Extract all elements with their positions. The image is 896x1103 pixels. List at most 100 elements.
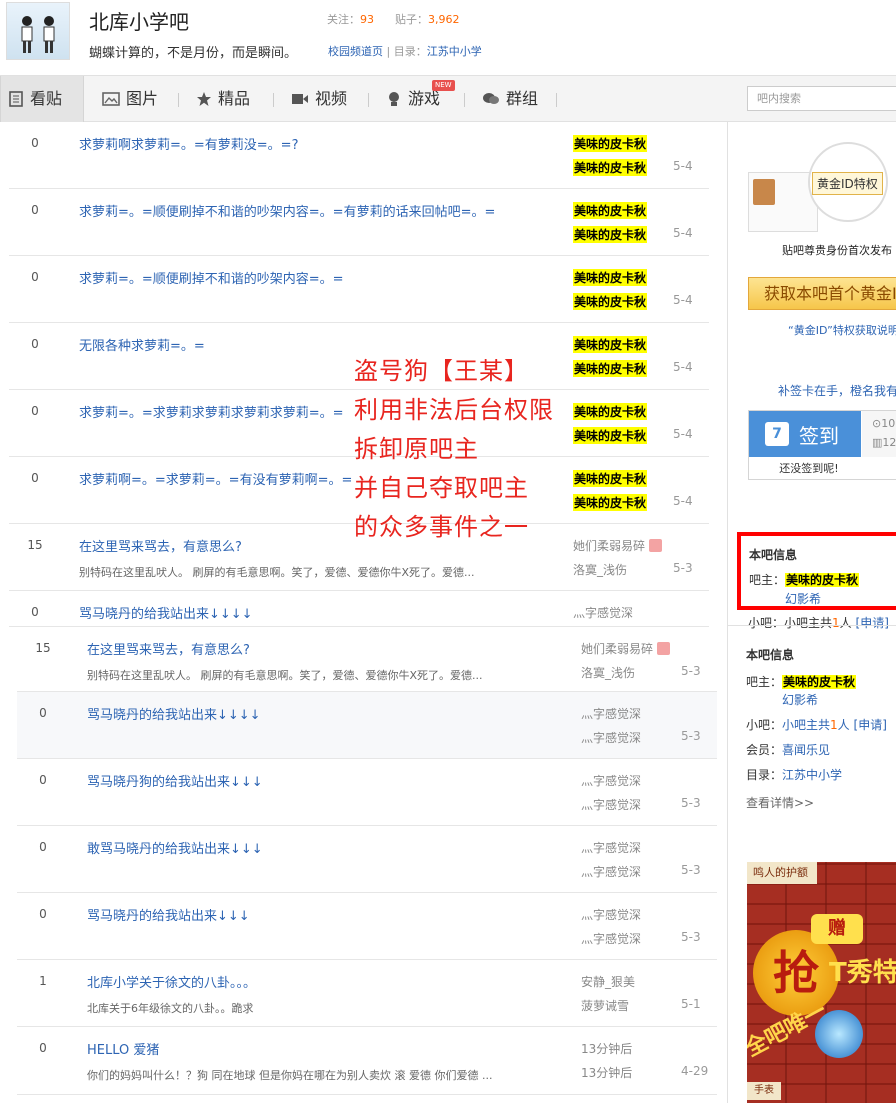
thread-title[interactable]: 骂马晓丹的给我站出来↓↓↓↓ [79,603,253,622]
reply-count: 0 [31,203,39,217]
last-reply-author[interactable]: 灬字感觉深 [581,863,641,880]
thread-title[interactable]: 骂马晓丹狗的给我站出来↓↓↓ [87,771,263,790]
last-reply-date: 5-4 [673,293,693,307]
last-reply-author[interactable]: 灬字感觉深 [581,729,641,746]
last-reply-author[interactable]: 美味的皮卡秋 [573,427,648,444]
thread-title[interactable]: 求萝莉啊求萝莉=。=有萝莉没=。=? [79,134,298,153]
last-reply-author[interactable]: 灬字感觉深 [581,930,641,947]
thread-title[interactable]: 求萝莉=。=顺便刷掉不和谐的吵架内容=。= [79,268,344,287]
author-link[interactable]: 美味的皮卡秋 [573,403,648,420]
author-link[interactable]: 灬字感觉深 [581,839,641,856]
thread-row[interactable]: 1 北库小学关于徐文的八卦。。。 北库关于6年级徐文的八卦。。跪求 安静_狠美 菠萝诫雪… [17,960,717,1027]
promo-ad[interactable]: 鸣人的护额 抢 赠 T秀特 全吧唯一 手表 [747,862,896,1103]
tab-posts[interactable]: 看贴 [0,76,84,122]
thread-title[interactable]: 北库小学关于徐文的八卦。。。 [87,972,256,991]
last-reply-author[interactable]: 美味的皮卡秋 [573,293,648,310]
last-reply-date: 4-29 [681,1064,709,1078]
bar-search-input[interactable]: 吧内搜索 [747,86,896,111]
tab-featured[interactable]: 精品 [196,76,250,122]
more-details-link[interactable]: 查看详情>> [746,794,814,811]
thread-row[interactable]: 0 骂马晓丹狗的给我站出来↓↓↓ 灬字感觉深 灬字感觉深 5-3 [17,759,717,826]
last-reply-date: 5-3 [681,729,701,743]
gold-desc: 贴吧尊贵身份首次发布 [782,244,892,257]
bar-info-title: 本吧信息 [746,648,795,662]
thread-title[interactable]: 骂马晓丹的给我站出来↓↓↓ [87,905,250,924]
bar-info-highlighted: 本吧信息 吧主：美味的皮卡秋 幻影希 [737,532,896,610]
star-icon [197,92,211,106]
last-reply-author[interactable]: 美味的皮卡秋 [573,360,648,377]
bar-avatar[interactable] [6,2,70,60]
reply-count: 0 [39,840,47,854]
thread-title[interactable]: 敢骂马晓丹的给我站出来↓↓↓ [87,838,263,857]
last-reply-date: 5-4 [673,360,693,374]
gold-note-link[interactable]: “黄金ID”特权获取说明 [788,322,896,338]
posts-count: 3,962 [427,13,460,26]
author-link[interactable]: 美味的皮卡秋 [573,470,648,487]
tab-images[interactable]: 图片 [102,76,158,122]
sign-tip[interactable]: 补签卡在手，橙名我有 [778,382,896,399]
last-reply-author[interactable]: 洛寞_浅伤 [573,561,627,578]
thread-title[interactable]: 无限各种求萝莉=。= [79,335,205,354]
gold-id-tag: 黄金ID特权 [812,172,883,195]
thread-row[interactable]: 15 在这里骂来骂去，有意思么? 别特码在这里乱吠人。 刷屏的有毛意思啊。笑了，爱德… [17,627,717,692]
last-reply-author[interactable]: 美味的皮卡秋 [573,494,648,511]
thread-title[interactable]: 在这里骂来骂去，有意思么? [79,536,242,555]
author-link[interactable]: 13分钟后 [581,1040,632,1057]
tab-groups[interactable]: 群组 [482,76,538,122]
thread-row[interactable]: 0 骂马晓丹的给我站出来↓↓↓ 灬字感觉深 灬字感觉深 5-3 [17,893,717,960]
thread-row[interactable]: 0 敢骂马晓丹的给我站出来↓↓↓ 灬字感觉深 灬字感觉深 5-3 [17,826,717,893]
author-link[interactable]: 美味的皮卡秋 [573,135,648,152]
get-gold-id-button[interactable]: 获取本吧首个黄金ID [748,277,896,310]
bar-slogan: 蝴蝶计算的，不是月份，而是瞬间。 [89,46,298,61]
author-link[interactable]: 灬字感觉深 [581,906,641,923]
bar-title[interactable]: 北库小学吧 [89,6,189,35]
author-link[interactable]: 美味的皮卡秋 [573,202,648,219]
last-reply-author[interactable]: 13分钟后 [581,1064,632,1081]
apply-link[interactable]: [申请] [854,718,887,732]
thread-row[interactable]: 0 骂马晓丹的给我站出来↓↓↓↓ 灬字感觉深 灬字感觉深 5-3 [17,692,717,759]
author-link[interactable]: 她们柔弱易碎 [573,537,645,554]
last-reply-author[interactable]: 美味的皮卡秋 [573,226,648,243]
thread-row[interactable]: 0 求萝莉啊求萝莉=。=有萝莉没=。=? 美味的皮卡秋 美味的皮卡秋 5-4 [9,122,709,189]
thread-title[interactable]: 骂马晓丹的给我站出来↓↓↓↓ [87,704,261,723]
last-reply-date: 5-3 [681,930,701,944]
last-reply-author[interactable]: 美味的皮卡秋 [573,159,648,176]
reply-count: 0 [31,270,39,284]
follow-count: 93 [360,13,374,26]
author-link[interactable]: 灬字感觉深 [581,705,641,722]
thread-title[interactable]: HELLO 爱猪 [87,1039,159,1058]
author-link[interactable]: 灬字感觉深 [573,604,633,621]
category-link[interactable]: 江苏中小学 [427,45,482,58]
thread-title[interactable]: 在这里骂来骂去，有意思么? [87,639,250,658]
thread-title[interactable]: 求萝莉啊=。=求萝莉=。=有没有萝莉啊=。= [79,469,352,488]
thread-row[interactable]: 0 HELLO 爱猪 你们的妈妈叫什么！？狗 同在地球 但是你妈在哪在为别人卖炊 滚… [17,1027,717,1095]
thread-row[interactable]: 0 求萝莉=。=顺便刷掉不和谐的吵架内容=。= 美味的皮卡秋 美味的皮卡秋 5-4 [9,256,709,323]
author-link[interactable]: 美味的皮卡秋 [573,336,648,353]
last-reply-author[interactable]: 洛寞_浅伤 [581,664,635,681]
bar-owner-2[interactable]: 幻影希 [782,691,818,708]
small-owner-partial: 小吧：小吧主共1人 [申请] [748,616,889,630]
sign-in-button[interactable]: 7 签到 [749,411,861,457]
author-link[interactable]: 她们柔弱易碎 [581,640,653,657]
members: 会员：喜闻乐见 [746,743,831,757]
thread-excerpt: 别特码在这里乱吠人。 刷屏的有毛意思啊。笑了，爱德、爱德你牛X死了。爱德... [79,566,475,579]
tab-video[interactable]: 视频 [291,76,347,122]
sign-status: 还没签到呢! [779,462,839,475]
last-reply-date: 5-3 [681,796,701,810]
document-icon [9,91,23,107]
thread-title[interactable]: 求萝莉=。=顺便刷掉不和谐的吵架内容=。=有萝莉的话来回帖吧=。= [79,201,495,220]
thread-title[interactable]: 求萝莉=。=求萝莉求萝莉求萝莉求萝莉=。= [79,402,344,421]
author-link[interactable]: 灬字感觉深 [581,772,641,789]
thread-row[interactable]: 0 求萝莉=。=顺便刷掉不和谐的吵架内容=。=有萝莉的话来回帖吧=。= 美味的皮卡秋… [9,189,709,256]
thread-row[interactable]: 0 骂马晓丹的给我站出来↓↓↓↓ 灬字感觉深 [9,591,709,627]
calendar-icon: 7 [765,422,789,446]
bar-stats: 关注：93 贴子：3,962 [327,13,460,26]
last-reply-author[interactable]: 菠萝诫雪 [581,997,629,1014]
author-link[interactable]: 美味的皮卡秋 [573,269,648,286]
game-icon [389,92,399,106]
last-reply-date: 5-4 [673,226,693,240]
author-link[interactable]: 安静_狠美 [581,973,635,990]
thread-excerpt: 别特码在这里乱吠人。 刷屏的有毛意思啊。笑了，爱德、爱德你牛X死了。爱德... [87,669,483,682]
campus-link[interactable]: 校园频道页 [328,45,383,58]
last-reply-author[interactable]: 灬字感觉深 [581,796,641,813]
